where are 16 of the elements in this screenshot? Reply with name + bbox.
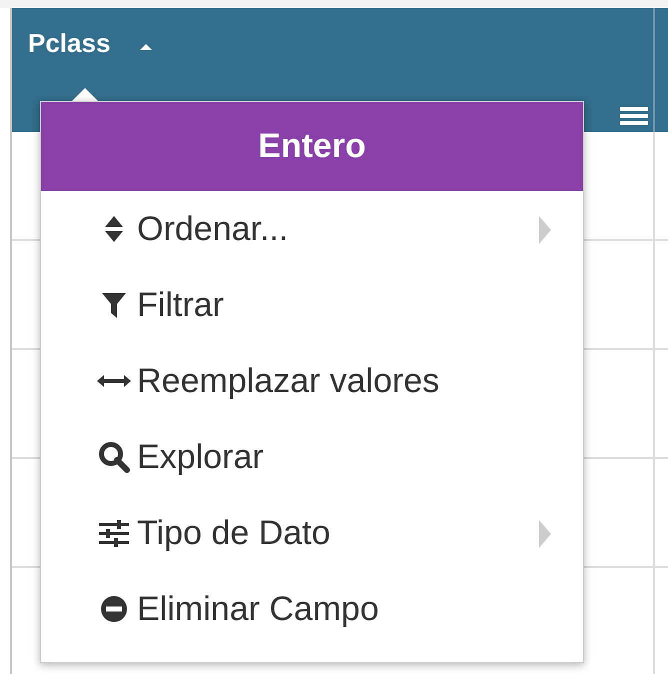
menu-item[interactable]: Eliminar Campo <box>41 571 583 647</box>
menu-item[interactable]: Explorar <box>41 419 583 495</box>
menu-title: Entero <box>41 102 583 191</box>
sliders-icon <box>99 519 129 547</box>
sort-icon[interactable] <box>140 42 152 52</box>
column-header[interactable]: Pclass <box>28 28 110 60</box>
menu-item[interactable]: Reemplazar valores <box>41 343 583 419</box>
filter-icon <box>101 291 127 319</box>
menu-item[interactable]: Ordenar... <box>41 191 583 267</box>
minus-circle-icon <box>100 595 128 623</box>
menu-item[interactable]: Filtrar <box>41 267 583 343</box>
search-icon <box>98 441 130 473</box>
menu-item[interactable]: Tipo de Dato <box>41 495 583 571</box>
menu-icon[interactable] <box>620 106 648 126</box>
sort-icon <box>104 214 124 244</box>
double-arrow-icon <box>97 374 131 388</box>
